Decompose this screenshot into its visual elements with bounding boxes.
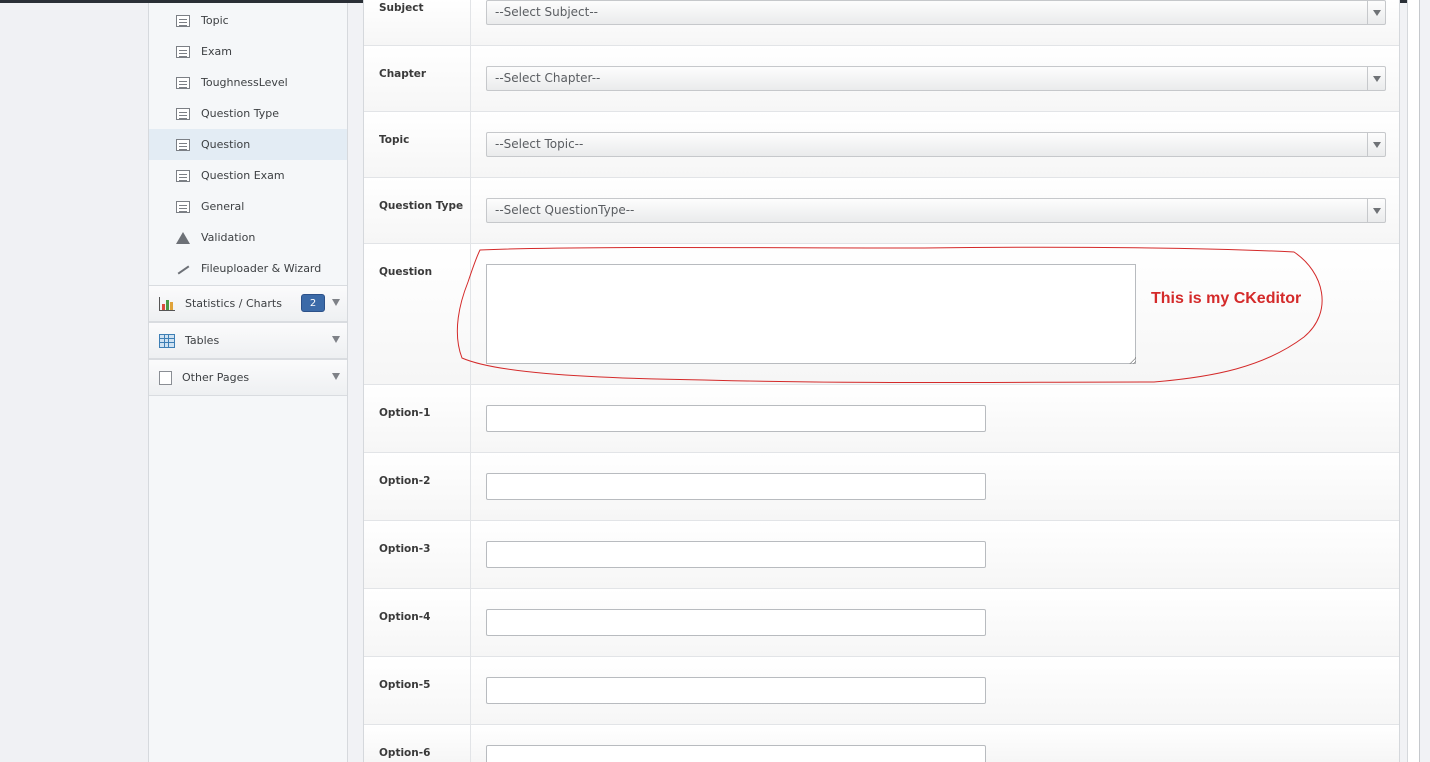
select-value: --Select Topic--	[495, 137, 584, 151]
dropdown-arrow-icon	[1367, 67, 1385, 90]
question-form: Subject --Select Subject-- Chapter --Sel…	[363, 0, 1400, 762]
sidebar-group-label: Other Pages	[182, 371, 250, 384]
field-label: Chapter	[364, 46, 471, 111]
select-value: --Select Chapter--	[495, 71, 601, 85]
page-icon	[159, 370, 172, 385]
field-label: Option-3	[364, 521, 471, 588]
field-label: Option-4	[364, 589, 471, 656]
warning-icon	[176, 231, 190, 244]
form-row-option-6: Option-6	[364, 725, 1399, 762]
list-icon	[176, 169, 190, 182]
sidebar-item-label: Topic	[201, 14, 229, 27]
bar-chart-icon	[159, 296, 175, 311]
form-row-option-3: Option-3	[364, 521, 1399, 589]
list-icon	[176, 14, 190, 27]
sidebar-item-label: Validation	[201, 231, 256, 244]
sidebar: Topic Exam ToughnessLevel Question Type …	[148, 3, 348, 762]
option-4-input[interactable]	[486, 609, 986, 636]
field-label: Option-5	[364, 657, 471, 724]
sidebar-item-validation[interactable]: Validation	[149, 222, 347, 253]
form-row-question-type: Question Type --Select QuestionType--	[364, 178, 1399, 244]
form-row-topic: Topic --Select Topic--	[364, 112, 1399, 178]
sidebar-item-label: Exam	[201, 45, 232, 58]
page-scroll-edge	[1407, 0, 1420, 762]
field-label: Question Type	[364, 178, 471, 243]
sidebar-item-label: Question Type	[201, 107, 279, 120]
sidebar-group-label: Statistics / Charts	[185, 297, 282, 310]
list-icon	[176, 76, 190, 89]
sidebar-item-label: Question	[201, 138, 251, 151]
field-label: Option-6	[364, 725, 471, 762]
sidebar-item-label: Fileuploader & Wizard	[201, 262, 322, 275]
form-row-option-1: Option-1	[364, 385, 1399, 453]
sidebar-item-question-type[interactable]: Question Type	[149, 98, 347, 129]
dropdown-arrow-icon	[1367, 133, 1385, 156]
field-label: Option-2	[364, 453, 471, 520]
sidebar-item-general[interactable]: General	[149, 191, 347, 222]
form-row-option-4: Option-4	[364, 589, 1399, 657]
field-label: Option-1	[364, 385, 471, 452]
sidebar-item-label: Question Exam	[201, 169, 285, 182]
red-scribble-outline	[456, 246, 1323, 383]
sidebar-item-exam[interactable]: Exam	[149, 36, 347, 67]
table-icon	[159, 333, 175, 348]
sidebar-item-topic[interactable]: Topic	[149, 5, 347, 36]
sidebar-group-tables[interactable]: Tables	[149, 322, 347, 359]
form-row-option-5: Option-5	[364, 657, 1399, 725]
option-3-input[interactable]	[486, 541, 986, 568]
form-row-chapter: Chapter --Select Chapter--	[364, 46, 1399, 112]
option-1-input[interactable]	[486, 405, 986, 432]
question-type-select[interactable]: --Select QuestionType--	[486, 198, 1386, 223]
list-icon	[176, 200, 190, 213]
dropdown-arrow-icon	[1367, 199, 1385, 222]
dropdown-arrow-icon	[1367, 1, 1385, 24]
form-row-subject: Subject --Select Subject--	[364, 0, 1399, 46]
field-label: Topic	[364, 112, 471, 177]
option-6-input[interactable]	[486, 745, 986, 762]
chevron-down-icon	[332, 336, 340, 343]
option-2-input[interactable]	[486, 473, 986, 500]
topic-select[interactable]: --Select Topic--	[486, 132, 1386, 157]
form-row-question: Question This is my CKeditor	[364, 244, 1399, 385]
sidebar-group-other-pages[interactable]: Other Pages	[149, 359, 347, 396]
list-icon	[176, 138, 190, 151]
select-value: --Select QuestionType--	[495, 203, 635, 217]
sidebar-item-question[interactable]: Question	[149, 129, 347, 160]
list-icon	[176, 107, 190, 120]
list-icon	[176, 45, 190, 58]
chevron-down-icon	[332, 299, 340, 306]
select-value: --Select Subject--	[495, 5, 599, 19]
field-label: Subject	[364, 0, 471, 45]
option-5-input[interactable]	[486, 677, 986, 704]
sidebar-item-fileuploader-wizard[interactable]: Fileuploader & Wizard	[149, 253, 347, 284]
sidebar-item-label: ToughnessLevel	[201, 76, 288, 89]
chevron-down-icon	[332, 373, 340, 380]
chapter-select[interactable]: --Select Chapter--	[486, 66, 1386, 91]
sidebar-group-label: Tables	[185, 334, 220, 347]
wand-icon	[176, 263, 190, 275]
page-background	[0, 3, 148, 762]
sidebar-item-toughness-level[interactable]: ToughnessLevel	[149, 67, 347, 98]
sidebar-group-statistics-charts[interactable]: Statistics / Charts 2	[149, 285, 347, 322]
count-badge: 2	[301, 294, 325, 312]
annotation-text: This is my CKeditor	[1151, 290, 1302, 307]
sidebar-item-question-exam[interactable]: Question Exam	[149, 160, 347, 191]
sidebar-item-label: General	[201, 200, 245, 213]
form-row-option-2: Option-2	[364, 453, 1399, 521]
subject-select[interactable]: --Select Subject--	[486, 0, 1386, 25]
